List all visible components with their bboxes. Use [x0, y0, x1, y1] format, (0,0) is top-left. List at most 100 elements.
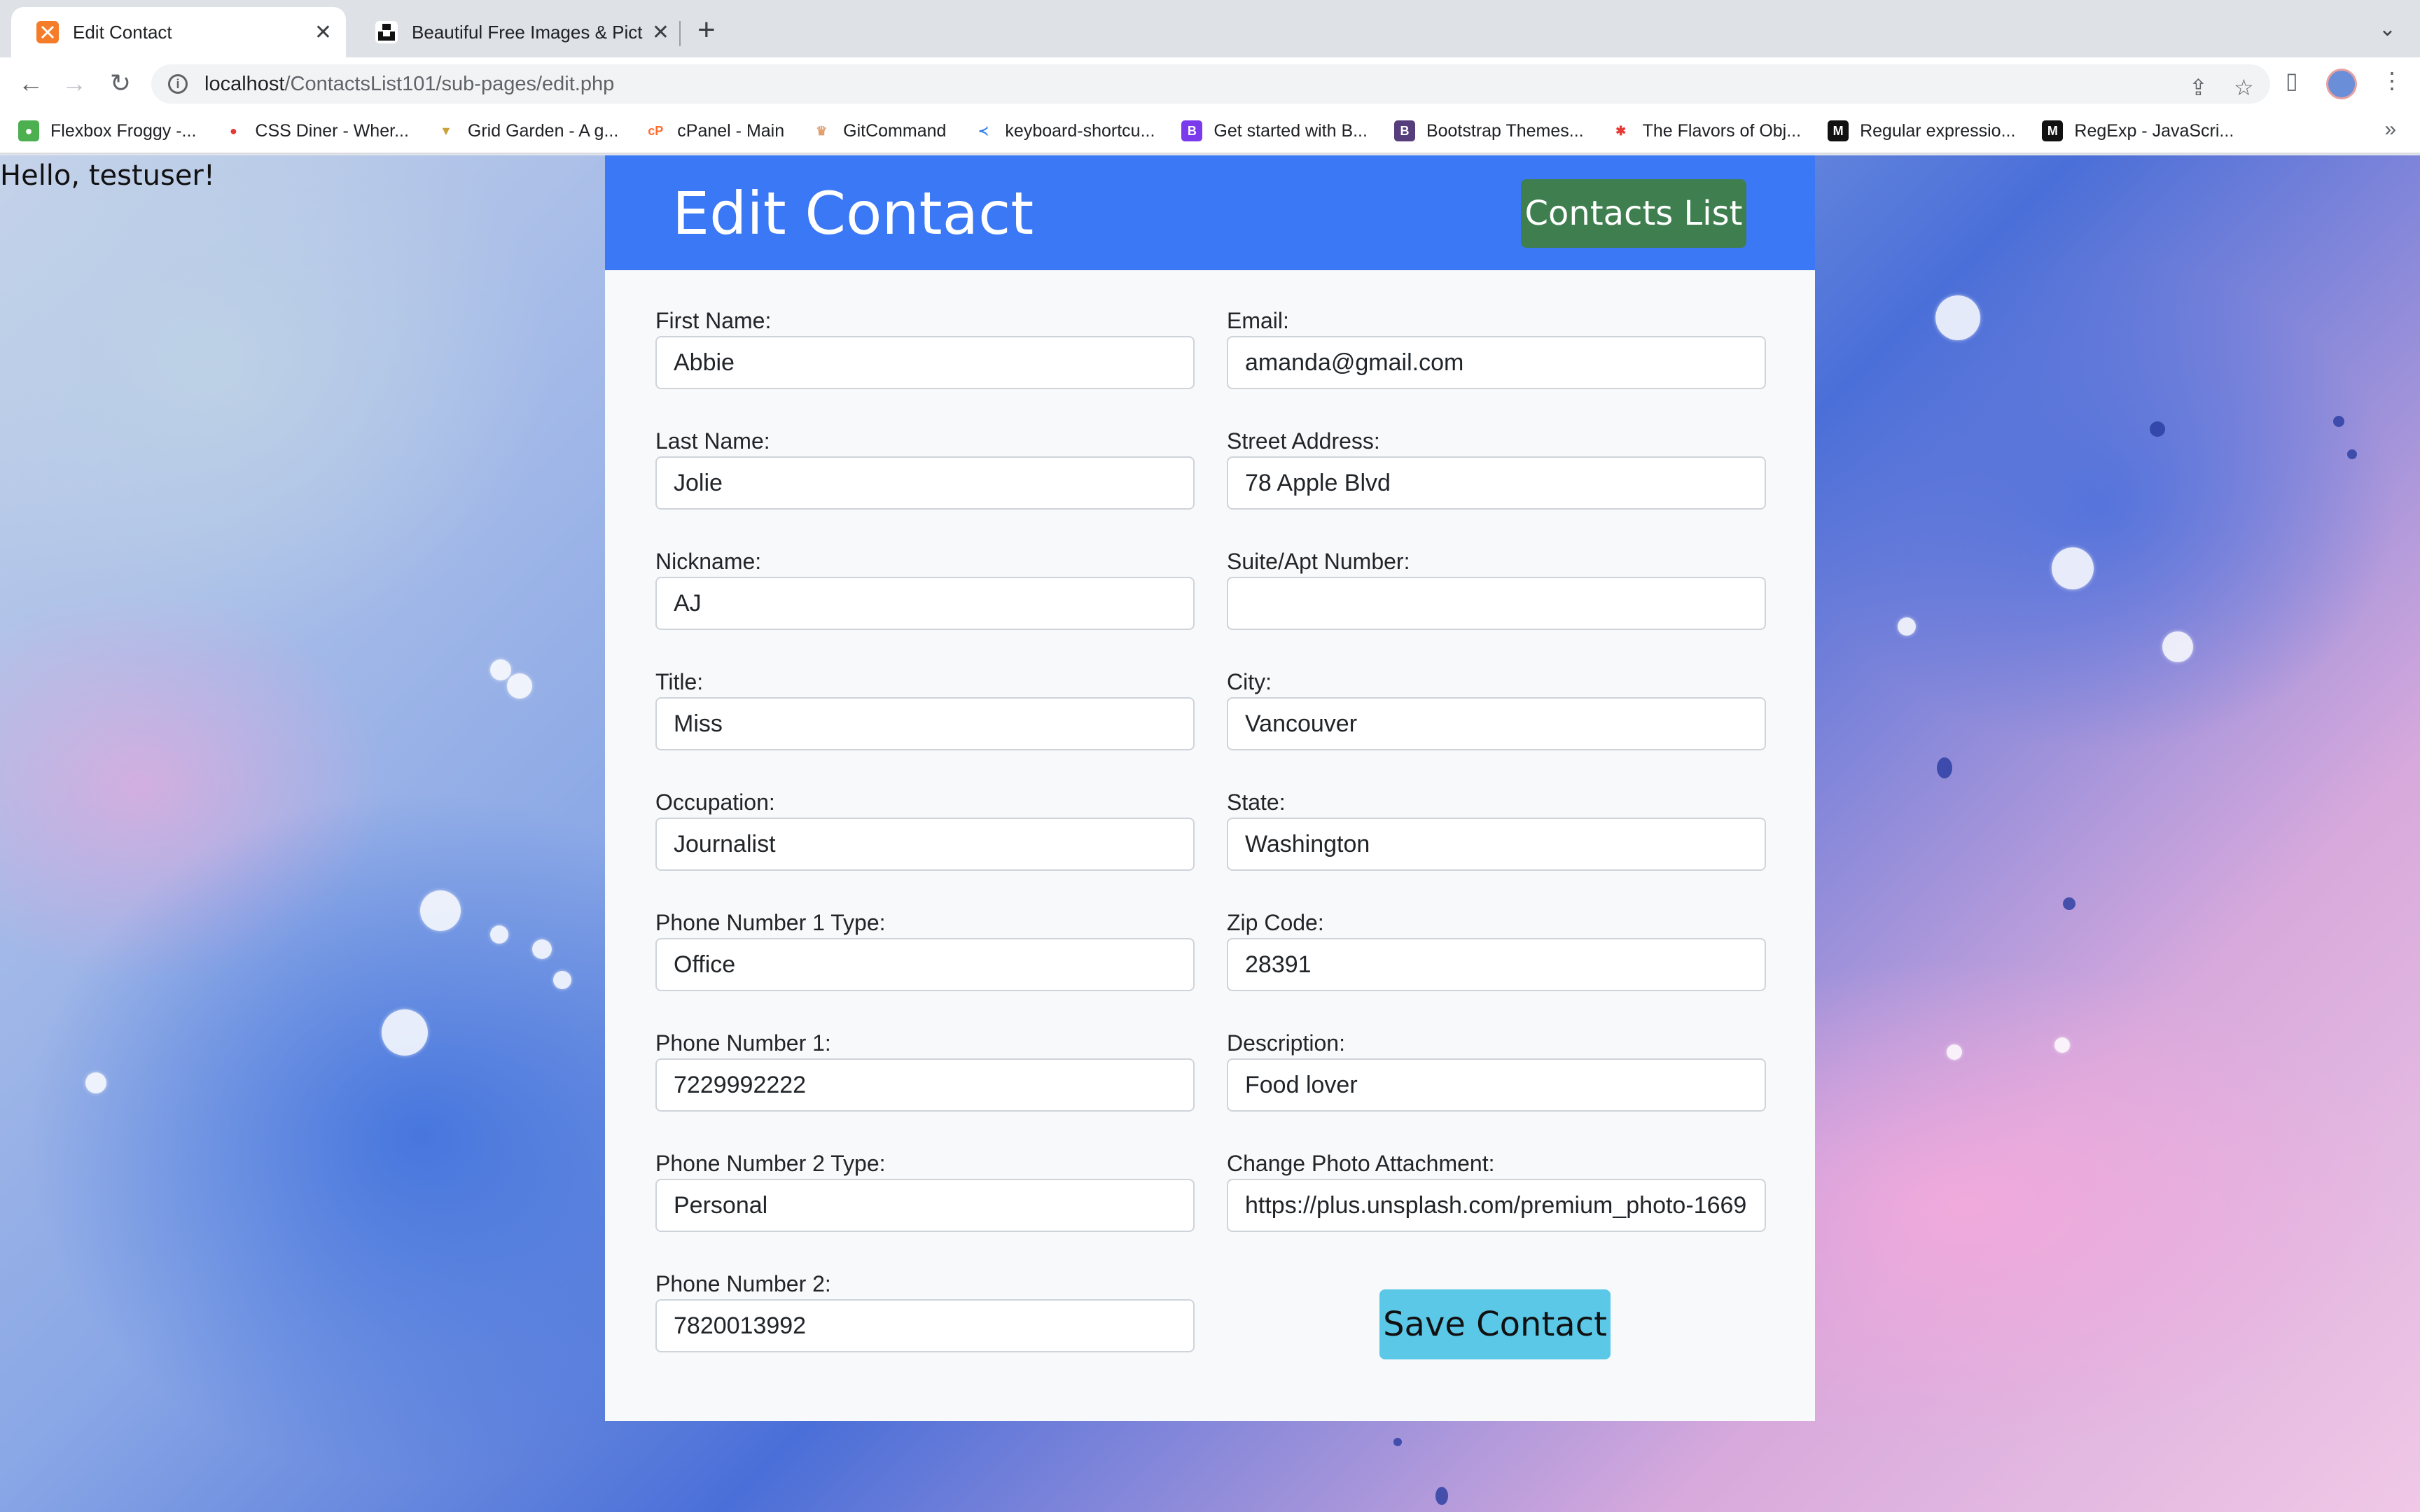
carrot-icon: ▼	[439, 123, 452, 138]
last-name-input[interactable]	[655, 456, 1195, 510]
email-input[interactable]	[1227, 336, 1766, 389]
card-header: Edit Contact Contacts List	[605, 155, 1815, 270]
phone2-input[interactable]	[655, 1299, 1195, 1352]
suite-apt-input[interactable]	[1227, 577, 1766, 630]
phone1-field: Phone Number 1:	[655, 1028, 1195, 1112]
page-title: Edit Contact	[672, 179, 1034, 248]
city-input[interactable]	[1227, 697, 1766, 750]
bookmark-item[interactable]: ≺ keyboard-shortcu...	[973, 120, 1155, 141]
cpanel-icon: cP	[648, 123, 664, 138]
bubble-decoration	[507, 673, 532, 699]
bookmark-item[interactable]: ● Flexbox Froggy -...	[18, 120, 196, 141]
address-bar[interactable]: i localhost/ContactsList101/sub-pages/ed…	[151, 64, 2270, 104]
bubble-decoration	[490, 659, 511, 680]
bookmark-item[interactable]: ▼ Grid Garden - A g...	[436, 120, 618, 141]
phone2-type-label: Phone Number 2 Type:	[655, 1151, 886, 1176]
state-input[interactable]	[1227, 818, 1766, 871]
suite-apt-field: Suite/Apt Number:	[1227, 546, 1766, 630]
back-icon[interactable]: ←	[15, 69, 46, 98]
street-address-field: Street Address:	[1227, 426, 1766, 510]
more-bookmarks-icon[interactable]: »	[2384, 118, 2396, 141]
bubble-decoration	[382, 1009, 428, 1056]
close-tab-icon[interactable]: ✕	[314, 20, 332, 45]
git-icon: ♛	[816, 123, 828, 138]
city-field: City:	[1227, 666, 1766, 750]
first-name-field: First Name:	[655, 305, 1195, 389]
share-icon[interactable]: ⇪	[2189, 74, 2208, 101]
bubble-decoration	[1435, 1487, 1448, 1505]
bookmark-item[interactable]: B Get started with B...	[1181, 120, 1368, 141]
bubble-decoration	[2054, 1037, 2070, 1053]
star-icon[interactable]: ☆	[2234, 74, 2254, 101]
diner-icon: ●	[229, 123, 237, 138]
bubble-decoration	[85, 1072, 106, 1093]
photo-attachment-field: Change Photo Attachment:	[1227, 1148, 1766, 1232]
bubble-decoration	[2347, 449, 2357, 459]
street-address-input[interactable]	[1227, 456, 1766, 510]
forward-icon[interactable]: →	[59, 69, 90, 98]
bubble-decoration	[2162, 631, 2193, 662]
title-input[interactable]	[655, 697, 1195, 750]
state-label: State:	[1227, 790, 1286, 815]
url-path: /ContactsList101/sub-pages/edit.php	[284, 72, 615, 95]
bookmark-item[interactable]: ✱ The Flavors of Obj...	[1611, 120, 1801, 141]
nickname-field: Nickname:	[655, 546, 1195, 630]
description-label: Description:	[1227, 1030, 1345, 1056]
greeting-text: Hello, testuser!	[0, 160, 215, 192]
menu-icon[interactable]: ⋮	[2381, 67, 2403, 94]
state-field: State:	[1227, 787, 1766, 871]
nickname-input[interactable]	[655, 577, 1195, 630]
occupation-input[interactable]	[655, 818, 1195, 871]
title-label: Title:	[655, 669, 704, 694]
unsplash-icon	[375, 21, 398, 43]
nickname-label: Nickname:	[655, 549, 762, 574]
bookmark-item[interactable]: cP cPanel - Main	[645, 120, 784, 141]
phone1-input[interactable]	[655, 1058, 1195, 1112]
new-tab-icon[interactable]: +	[697, 13, 716, 48]
occupation-field: Occupation:	[655, 787, 1195, 871]
bookmark-item[interactable]: M RegExp - JavaScri...	[2042, 120, 2234, 141]
edit-contact-card: Edit Contact Contacts List First Name: L…	[605, 155, 1815, 1421]
info-icon[interactable]: i	[168, 74, 188, 94]
page-viewport: Hello, testuser! Edit Contact Contacts L…	[0, 155, 2420, 1512]
bubble-decoration	[1898, 617, 1916, 636]
bookmark-item[interactable]: B Bootstrap Themes...	[1393, 120, 1584, 141]
side-panel-icon[interactable]: ▯	[2286, 67, 2298, 94]
tab-unsplash[interactable]: Beautiful Free Images & Pictures ✕	[350, 7, 683, 57]
phone2-type-input[interactable]	[655, 1179, 1195, 1232]
description-field: Description:	[1227, 1028, 1766, 1112]
bootstrap-icon: B	[1393, 120, 1415, 141]
reload-icon[interactable]: ↻	[105, 69, 136, 98]
bubble-decoration	[2063, 897, 2075, 910]
bubble-decoration	[490, 925, 508, 944]
last-name-label: Last Name:	[655, 428, 770, 454]
tab-separator	[679, 21, 681, 46]
bubble-decoration	[420, 890, 461, 931]
bubble-decoration	[2150, 421, 2165, 437]
bookmark-item[interactable]: ● CSS Diner - Wher...	[223, 120, 409, 141]
last-name-field: Last Name:	[655, 426, 1195, 510]
email-label: Email:	[1227, 308, 1289, 333]
profile-avatar[interactable]	[2326, 69, 2357, 99]
contacts-list-button[interactable]: Contacts List	[1521, 179, 1746, 248]
phone1-type-input[interactable]	[655, 938, 1195, 991]
bubble-decoration	[2052, 547, 2094, 589]
first-name-input[interactable]	[655, 336, 1195, 389]
title-field: Title:	[655, 666, 1195, 750]
tab-edit-contact[interactable]: Edit Contact ✕	[11, 7, 346, 57]
bubble-decoration	[1935, 295, 1980, 340]
save-contact-button[interactable]: Save Contact	[1379, 1289, 1611, 1359]
street-address-label: Street Address:	[1227, 428, 1380, 454]
first-name-label: First Name:	[655, 308, 772, 333]
chevron-down-icon[interactable]: ⌄	[2379, 17, 2396, 41]
bubble-decoration	[553, 971, 571, 989]
bookmark-item[interactable]: ♛ GitCommand	[811, 120, 946, 141]
zip-code-input[interactable]	[1227, 938, 1766, 991]
description-input[interactable]	[1227, 1058, 1766, 1112]
close-tab-icon[interactable]: ✕	[652, 20, 669, 45]
tab-strip: Edit Contact ✕ Beautiful Free Images & P…	[0, 0, 2420, 57]
xampp-icon	[36, 21, 59, 43]
url-host: localhost	[204, 72, 285, 95]
photo-attachment-input[interactable]	[1227, 1179, 1766, 1232]
bookmark-item[interactable]: M Regular expressio...	[1828, 120, 2015, 141]
